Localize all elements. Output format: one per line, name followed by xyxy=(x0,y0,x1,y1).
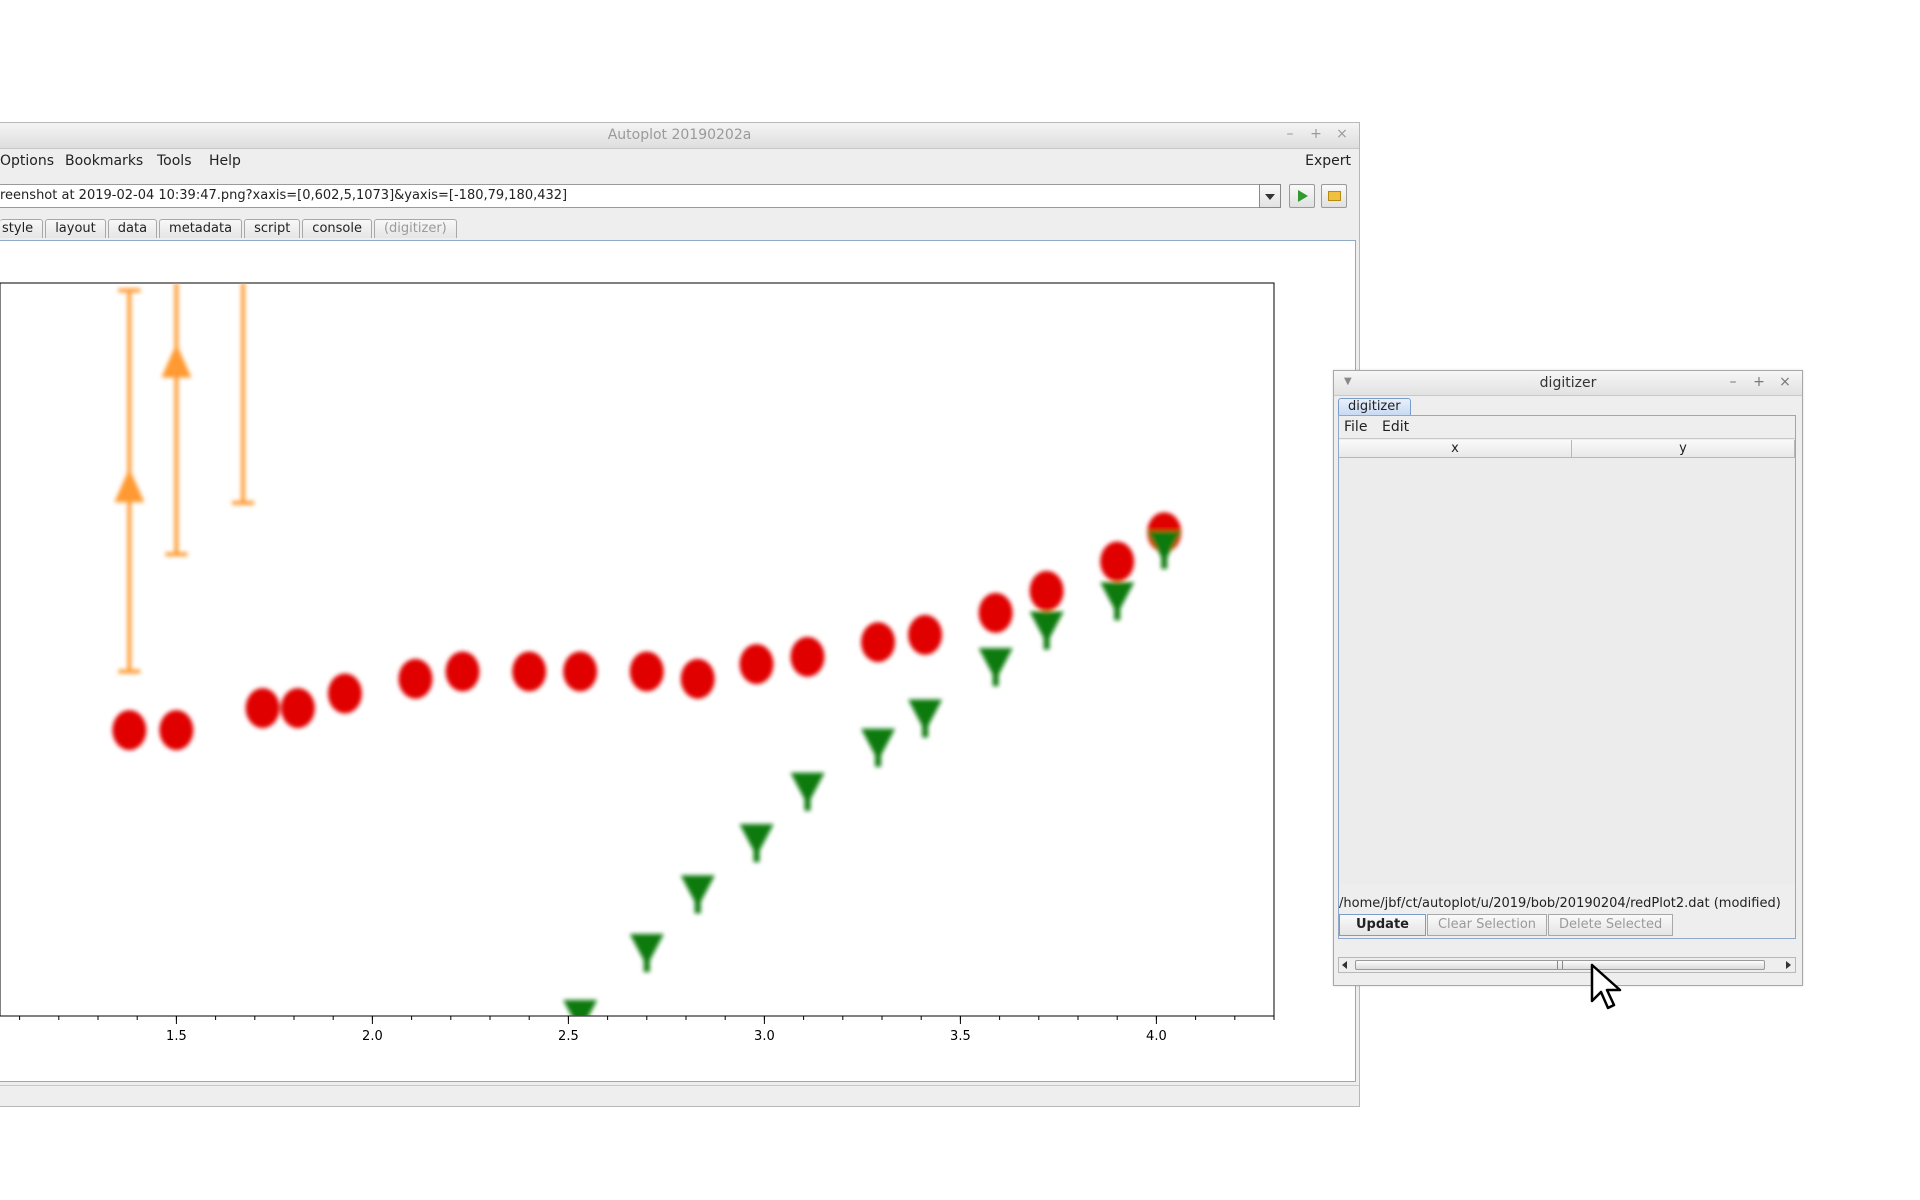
green-triangle-stem xyxy=(694,901,701,914)
digitizer-buttons: Update Clear Selection Delete Selected xyxy=(1339,914,1674,936)
horizontal-scrollbar[interactable] xyxy=(1338,957,1796,973)
menu-tools[interactable]: Tools xyxy=(157,153,192,169)
status-bar xyxy=(0,1085,1359,1106)
play-icon xyxy=(1298,190,1308,202)
points-table[interactable] xyxy=(1339,458,1795,884)
red-circle-point xyxy=(245,688,280,729)
red-circle-point xyxy=(159,710,194,751)
red-circle-point xyxy=(398,658,433,699)
url-text: reenshot at 2019-02-04 10:39:47.png?xaxi… xyxy=(0,188,568,203)
menu-bar: Options Bookmarks Tools Help Expert xyxy=(0,149,1359,173)
tab-style[interactable]: style xyxy=(0,219,44,238)
tab-digitizer[interactable]: (digitizer) xyxy=(373,219,457,238)
red-circle-point xyxy=(629,651,664,692)
clear-selection-button[interactable]: Clear Selection xyxy=(1426,914,1548,936)
minimize-icon[interactable]: – xyxy=(1726,374,1740,390)
autoplot-window: Autoplot 20190202a – + × Options Bookmar… xyxy=(0,122,1360,1107)
green-triangle-stem xyxy=(1114,608,1121,621)
window-title: Autoplot 20190202a xyxy=(607,127,752,143)
menu-options[interactable]: Options xyxy=(0,153,54,169)
delete-selected-button[interactable]: Delete Selected xyxy=(1548,914,1674,936)
maximize-icon[interactable]: + xyxy=(1752,374,1766,390)
plot-canvas[interactable]: 1.5 2.0 2.5 3.0 3.5 4.0 xyxy=(0,240,1356,1082)
green-triangle-stem xyxy=(1161,556,1168,569)
scatter-plot[interactable]: 1.5 2.0 2.5 3.0 3.5 4.0 xyxy=(0,241,1354,1081)
green-triangle-stem xyxy=(643,960,650,973)
x-tick-label: 2.0 xyxy=(362,1029,383,1044)
scroll-left-icon[interactable] xyxy=(1342,961,1347,969)
x-tick-label: 1.5 xyxy=(166,1029,187,1044)
red-circle-point xyxy=(327,673,362,714)
update-button[interactable]: Update xyxy=(1339,914,1426,936)
maximize-icon[interactable]: + xyxy=(1309,126,1323,142)
go-button[interactable] xyxy=(1289,184,1315,208)
menu-bookmarks[interactable]: Bookmarks xyxy=(65,153,143,169)
green-triangle-stem xyxy=(753,850,760,863)
tab-bar: style layout data metadata script consol… xyxy=(0,219,459,239)
green-triangle-stem xyxy=(922,725,929,738)
tab-layout[interactable]: layout xyxy=(45,219,106,238)
green-triangle-stem xyxy=(992,674,999,687)
tab-metadata[interactable]: metadata xyxy=(159,219,243,238)
tab-digitizer-panel[interactable]: digitizer xyxy=(1338,398,1411,416)
tab-console[interactable]: console xyxy=(302,219,372,238)
red-circle-point xyxy=(680,658,715,699)
tab-data[interactable]: data xyxy=(107,219,158,238)
url-input[interactable]: reenshot at 2019-02-04 10:39:47.png?xaxi… xyxy=(0,184,1265,208)
menu-edit[interactable]: Edit xyxy=(1382,419,1409,435)
digitizer-panel: File Edit x y /home/jbf/ct/autoplot/u/20… xyxy=(1338,415,1796,939)
x-tick-label: 3.0 xyxy=(754,1029,775,1044)
mouse-cursor-icon xyxy=(1590,963,1622,1010)
close-icon[interactable]: × xyxy=(1778,374,1792,390)
close-icon[interactable]: × xyxy=(1335,126,1349,142)
green-triangle-stem xyxy=(875,754,882,767)
digitizer-title-bar[interactable]: ▼ digitizer – + × xyxy=(1334,371,1802,396)
expert-menu[interactable]: Expert xyxy=(1305,153,1351,169)
red-circle-point xyxy=(861,622,896,663)
green-triangle-stem xyxy=(1043,637,1050,650)
column-header-y[interactable]: y xyxy=(1572,440,1795,457)
scroll-right-icon[interactable] xyxy=(1786,961,1791,969)
red-circle-point xyxy=(739,644,774,685)
red-circle-point xyxy=(790,636,825,677)
orange-triangle-point xyxy=(114,468,145,503)
folder-icon xyxy=(1328,191,1341,201)
browse-button[interactable] xyxy=(1321,184,1347,208)
red-circle-point xyxy=(978,592,1013,633)
minimize-icon[interactable]: – xyxy=(1283,126,1297,142)
red-circle-point xyxy=(1029,570,1064,611)
autoplot-title-bar[interactable]: Autoplot 20190202a – + × xyxy=(0,123,1359,149)
file-path-label: /home/jbf/ct/autoplot/u/2019/bob/2019020… xyxy=(1339,896,1781,911)
green-triangle-stem xyxy=(804,798,811,811)
red-circle-point xyxy=(908,614,943,655)
x-tick-label: 2.5 xyxy=(558,1029,579,1044)
digitizer-window: ▼ digitizer – + × digitizer File Edit x … xyxy=(1333,370,1803,986)
menu-file[interactable]: File xyxy=(1344,419,1367,435)
red-circle-point xyxy=(512,651,547,692)
chevron-down-icon[interactable] xyxy=(1259,184,1281,208)
x-tick-label: 4.0 xyxy=(1146,1029,1167,1044)
x-tick-label: 3.5 xyxy=(950,1029,971,1044)
scroll-grip-icon xyxy=(1557,961,1563,969)
data-layer xyxy=(112,283,1182,1016)
plot-frame xyxy=(0,282,1275,1017)
red-circle-point xyxy=(112,710,147,751)
digitizer-menu-bar: File Edit xyxy=(1339,416,1795,439)
red-circle-point xyxy=(1100,541,1135,582)
table-header: x y xyxy=(1339,440,1795,458)
tab-script[interactable]: script xyxy=(244,219,301,238)
red-circle-point xyxy=(445,651,480,692)
red-circle-point xyxy=(280,688,315,729)
orange-triangle-point xyxy=(161,343,192,378)
column-header-x[interactable]: x xyxy=(1339,440,1572,457)
red-circle-point xyxy=(563,651,598,692)
menu-help[interactable]: Help xyxy=(209,153,241,169)
